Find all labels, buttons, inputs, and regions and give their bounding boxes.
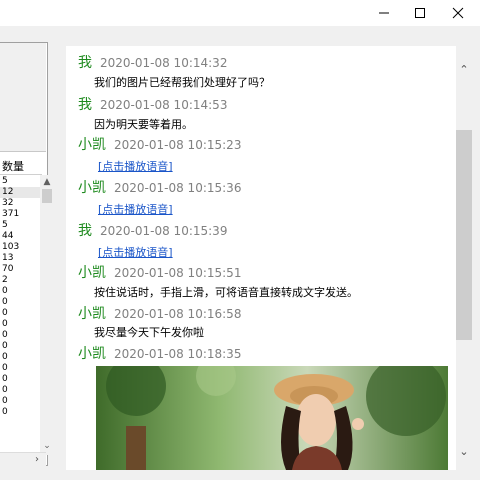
sender-name: 小凯 <box>78 306 106 322</box>
timestamp: 2020-01-08 10:15:36 <box>114 181 242 195</box>
message-text: 因为明天要等着用。 <box>94 118 193 131</box>
message-header: 小凯 2020-01-08 10:16:58 <box>78 303 241 323</box>
list-item[interactable]: 5 <box>0 176 40 187</box>
list-item[interactable]: 32 <box>0 198 40 209</box>
timestamp: 2020-01-08 10:14:53 <box>100 98 228 112</box>
play-voice-link[interactable]: [点击播放语音] <box>98 158 173 174</box>
scroll-up-icon[interactable]: ▲ <box>40 175 54 189</box>
play-voice-link[interactable]: [点击播放语音] <box>98 201 173 217</box>
chat-scroll-thumb[interactable] <box>456 130 472 340</box>
list-item[interactable]: 12 <box>0 187 40 198</box>
chevron-right-icon[interactable]: › <box>30 453 44 467</box>
scroll-down-arrow-icon[interactable]: ⌄ <box>456 444 472 460</box>
maximize-button[interactable] <box>402 0 438 26</box>
list-item[interactable]: 5 <box>0 220 40 231</box>
close-icon <box>452 7 464 19</box>
timestamp: 2020-01-08 10:15:51 <box>114 266 242 280</box>
list-item[interactable]: 13 <box>0 253 40 264</box>
minimize-icon <box>379 12 389 14</box>
sender-name: 我 <box>78 97 92 113</box>
scroll-up-arrow-icon[interactable]: ⌃ <box>456 62 472 78</box>
timestamp: 2020-01-08 10:18:35 <box>114 347 242 361</box>
list-item[interactable]: 2 <box>0 275 40 286</box>
chevron-down-icon[interactable]: ⌄ <box>40 439 54 453</box>
maximize-icon <box>415 8 425 18</box>
timestamp: 2020-01-08 10:15:23 <box>114 138 242 152</box>
message-text: 按住说话时，手指上滑，可将语音直接转成文字发送。 <box>94 286 358 299</box>
message-text: 我尽量今天下午发你啦 <box>94 326 204 339</box>
message-header: 我 2020-01-08 10:14:53 <box>78 94 227 114</box>
list-item[interactable]: 0 <box>0 352 40 363</box>
list-item[interactable]: 0 <box>0 385 40 396</box>
message-text: 我们的图片已经帮我们处理好了吗？ <box>94 76 270 89</box>
list-item[interactable]: 0 <box>0 286 40 297</box>
list-item[interactable]: 0 <box>0 396 40 407</box>
timestamp: 2020-01-08 10:15:39 <box>100 224 228 238</box>
sender-name: 小凯 <box>78 346 106 362</box>
left-horizontal-scrollbar[interactable]: › <box>0 452 46 467</box>
list-item[interactable]: 0 <box>0 308 40 319</box>
title-bar <box>0 0 480 26</box>
chat-scrollbar[interactable]: ⌃ ⌄ <box>456 58 472 464</box>
list-item[interactable]: 0 <box>0 374 40 385</box>
message-header: 我 2020-01-08 10:15:39 <box>78 220 227 240</box>
list-item[interactable]: 103 <box>0 242 40 253</box>
play-voice-link[interactable]: [点击播放语音] <box>98 244 173 260</box>
sender-name: 小凯 <box>78 180 106 196</box>
message-header: 小凯 2020-01-08 10:15:23 <box>78 134 241 154</box>
timestamp: 2020-01-08 10:16:58 <box>114 307 242 321</box>
message-header: 小凯 2020-01-08 10:15:36 <box>78 177 241 197</box>
chat-history: 我 2020-01-08 10:14:32 我们的图片已经帮我们处理好了吗？ 我… <box>66 46 456 470</box>
quantity-column-header[interactable]: 数量 <box>0 159 42 175</box>
left-panel: 数量 5 12 32 371 5 44 103 13 70 2 0 0 0 0 … <box>0 42 54 467</box>
message-image[interactable] <box>96 366 448 470</box>
minimize-button[interactable] <box>366 0 402 26</box>
left-panel-preview <box>0 43 46 122</box>
list-item[interactable]: 0 <box>0 319 40 330</box>
list-item[interactable]: 0 <box>0 297 40 308</box>
left-list-scroll-thumb[interactable] <box>42 189 52 203</box>
list-item[interactable]: 0 <box>0 363 40 374</box>
list-item[interactable]: 0 <box>0 341 40 352</box>
close-button[interactable] <box>440 0 476 26</box>
list-item[interactable]: 371 <box>0 209 40 220</box>
message-header: 小凯 2020-01-08 10:18:35 <box>78 343 241 363</box>
sender-name: 小凯 <box>78 137 106 153</box>
timestamp: 2020-01-08 10:14:32 <box>100 56 228 70</box>
list-item[interactable]: 0 <box>0 330 40 341</box>
left-panel-toolbar <box>0 121 46 152</box>
left-list-scrollbar[interactable]: ▲ ⌄ <box>40 175 54 455</box>
message-header: 小凯 2020-01-08 10:15:51 <box>78 262 241 282</box>
sender-name: 小凯 <box>78 265 106 281</box>
photo-image <box>96 366 448 470</box>
quantity-list: 5 12 32 371 5 44 103 13 70 2 0 0 0 0 0 0… <box>0 176 40 418</box>
list-item[interactable]: 44 <box>0 231 40 242</box>
sender-name: 我 <box>78 223 92 239</box>
message-header: 我 2020-01-08 10:14:32 <box>78 52 227 72</box>
sender-name: 我 <box>78 55 92 71</box>
list-item[interactable]: 0 <box>0 407 40 418</box>
list-item[interactable]: 70 <box>0 264 40 275</box>
